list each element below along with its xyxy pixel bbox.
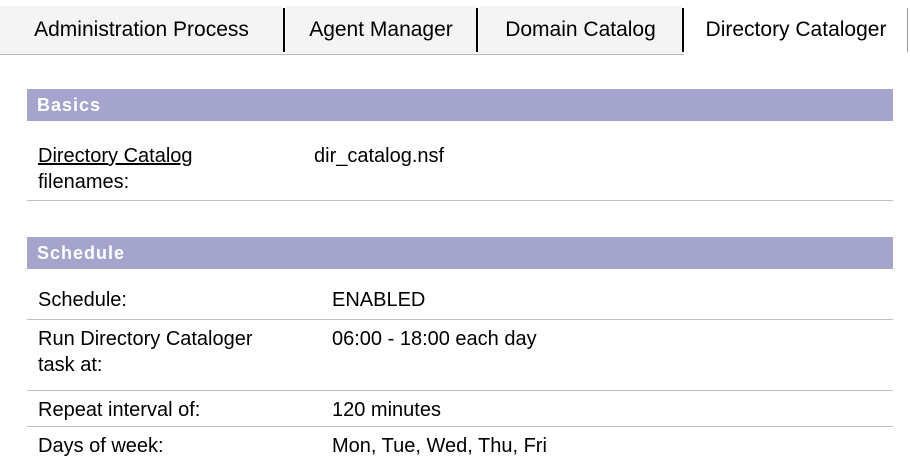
tab-agent-manager[interactable]: Agent Manager [286, 6, 476, 54]
tab-separator [283, 8, 285, 52]
row-divider [27, 319, 893, 320]
days-of-week-value: Mon, Tue, Wed, Thu, Fri [332, 435, 547, 457]
schedule-row: Schedule: ENABLED [27, 287, 893, 317]
days-of-week-label: Days of week: [38, 435, 164, 457]
section-header-basics: Basics [27, 89, 893, 121]
directory-catalog-value: dir_catalog.nsf [314, 145, 445, 167]
directory-catalog-label: Directory Catalog filenames: [38, 143, 308, 195]
directory-catalog-link[interactable]: Directory Catalog [38, 145, 193, 167]
tab-directory-cataloger[interactable]: Directory Cataloger [685, 6, 907, 54]
tab-baseline [0, 54, 684, 55]
run-task-value: 06:00 - 18:00 each day [332, 328, 537, 350]
schedule-value: ENABLED [332, 289, 426, 311]
row-divider [27, 200, 893, 201]
section-header-schedule: Schedule [27, 237, 893, 269]
tab-administration-process[interactable]: Administration Process [0, 6, 283, 54]
run-task-label-line1: Run Directory Cataloger [38, 328, 253, 350]
directory-catalog-label-rest: filenames: [38, 171, 130, 193]
repeat-interval-row: Repeat interval of: 120 minutes [27, 397, 893, 425]
run-task-label-line2: task at: [38, 354, 103, 376]
tab-separator [476, 8, 478, 52]
run-task-row: Run Directory Cataloger task at: 06:00 -… [27, 326, 893, 384]
tab-strip: Administration Process Agent Manager Dom… [0, 0, 910, 56]
row-divider [27, 390, 893, 391]
basics-directory-catalog-row: Directory Catalog filenames: dir_catalog… [27, 143, 893, 199]
days-of-week-row: Days of week: Mon, Tue, Wed, Thu, Fri [27, 433, 893, 459]
repeat-interval-value: 120 minutes [332, 399, 441, 421]
tab-domain-catalog[interactable]: Domain Catalog [479, 6, 682, 54]
tab-separator [907, 8, 908, 52]
schedule-label: Schedule: [38, 289, 127, 311]
run-task-label: Run Directory Cataloger task at: [38, 326, 308, 378]
repeat-interval-label: Repeat interval of: [38, 399, 201, 421]
tab-separator [682, 8, 684, 52]
server-document-page: Administration Process Agent Manager Dom… [0, 0, 910, 459]
row-divider [27, 426, 893, 427]
